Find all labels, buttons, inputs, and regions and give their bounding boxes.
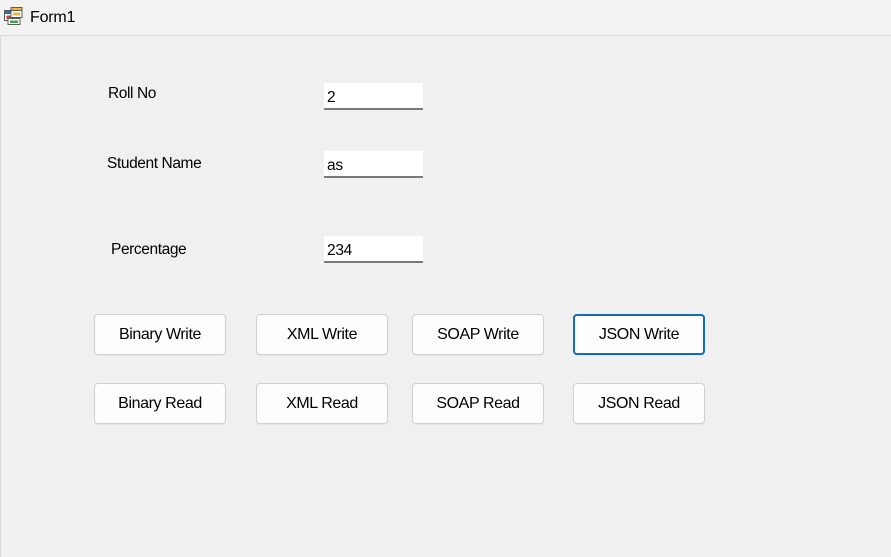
soap-write-button[interactable]: SOAP Write [412,314,544,355]
xml-write-button[interactable]: XML Write [256,314,388,355]
percentage-input[interactable] [324,236,423,263]
binary-read-button[interactable]: Binary Read [94,383,226,424]
form-window: Form1 Roll No Student Name Percentage Bi… [0,0,891,557]
student-name-input[interactable] [324,151,423,178]
xml-read-button[interactable]: XML Read [256,383,388,424]
windows-form-icon [4,7,23,25]
json-read-button[interactable]: JSON Read [573,383,705,424]
roll-no-label: Roll No [108,85,157,102]
soap-read-button[interactable]: SOAP Read [412,383,544,424]
roll-no-input[interactable] [324,83,423,110]
percentage-label: Percentage [111,241,187,258]
form-client-area: Roll No Student Name Percentage Binary W… [0,36,891,557]
json-write-button[interactable]: JSON Write [573,314,705,355]
window-title: Form1 [30,9,76,26]
binary-write-button[interactable]: Binary Write [94,314,226,355]
title-bar[interactable]: Form1 [0,0,891,36]
student-name-label: Student Name [107,155,202,172]
